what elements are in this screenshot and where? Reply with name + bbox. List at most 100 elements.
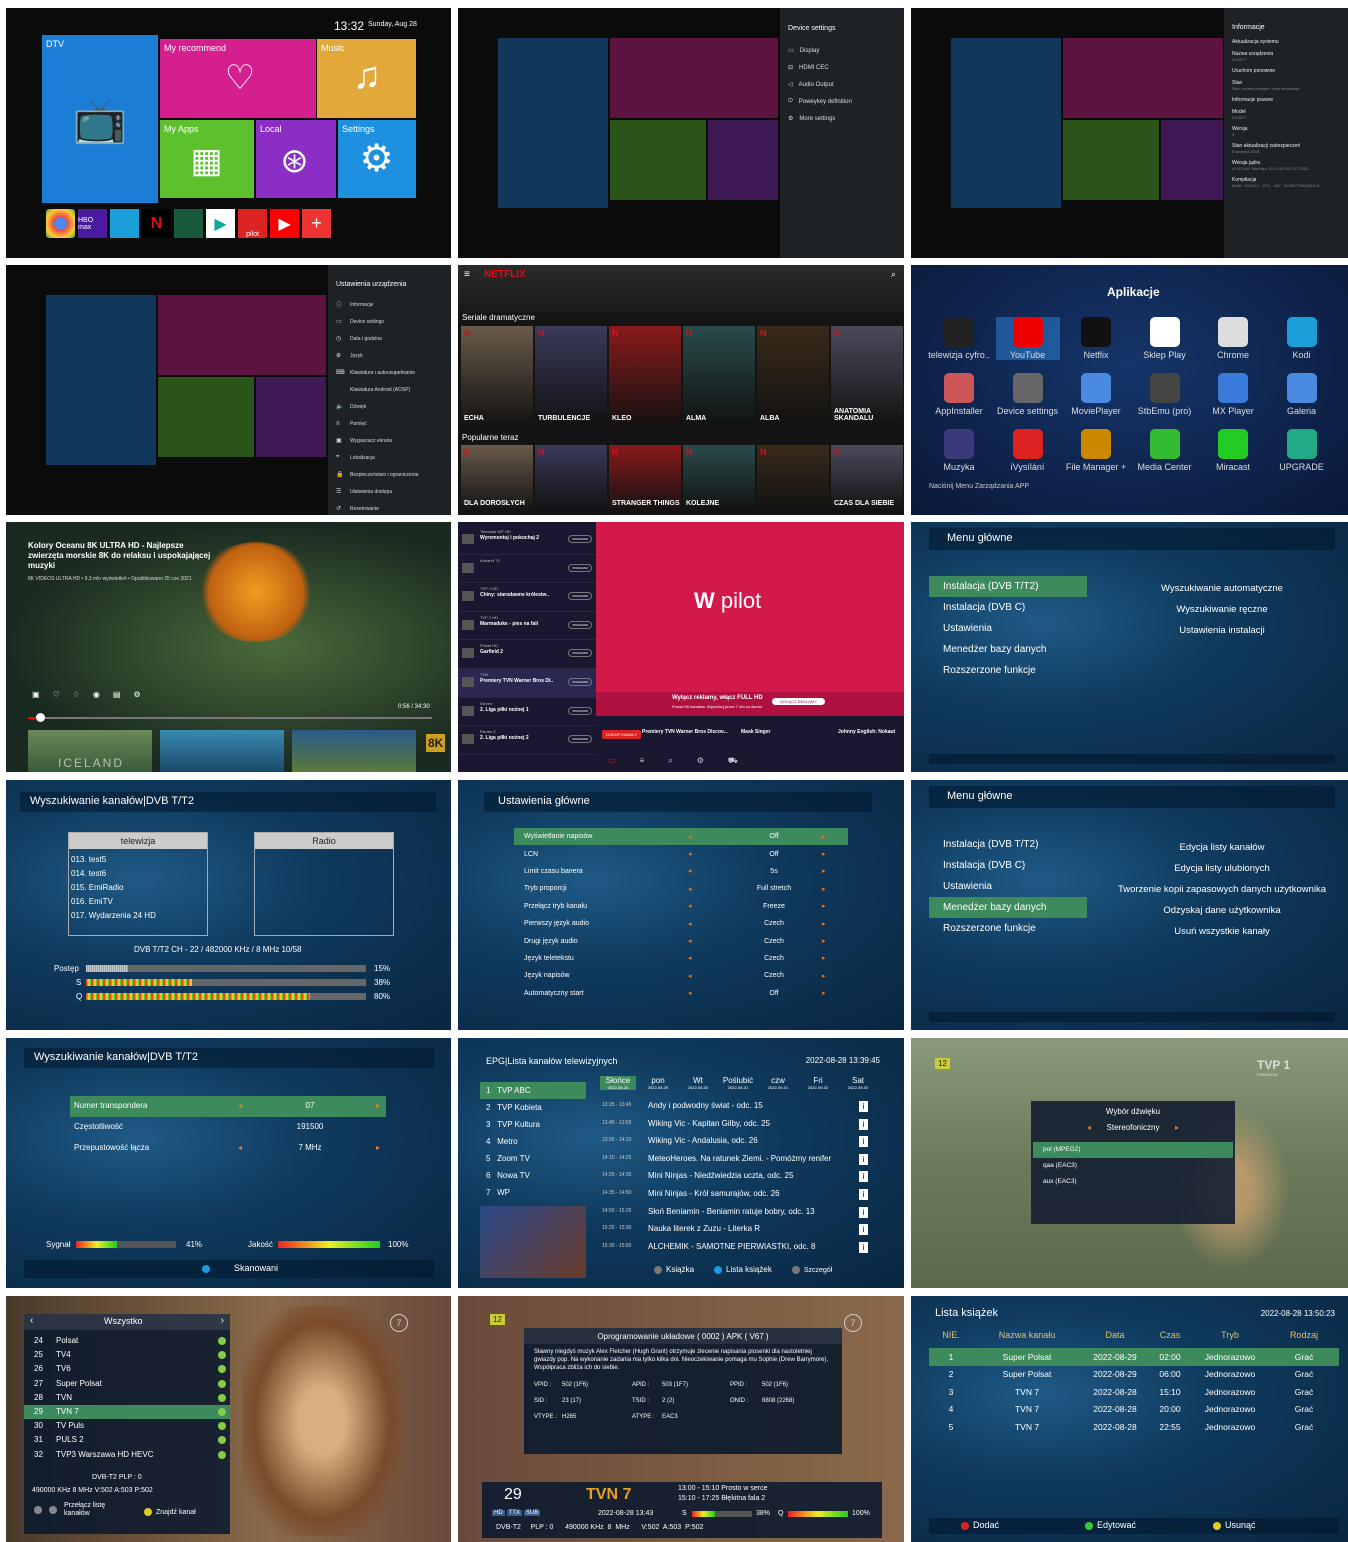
- info-item[interactable]: Nazwa urządzenia DV3077: [1232, 51, 1340, 62]
- menu-item-more[interactable]: ⚙ More settings: [780, 110, 904, 127]
- foot-szczegol[interactable]: Szczegół: [791, 1265, 832, 1274]
- wp-channel[interactable]: TVP 1 HD Chiny: starodawne królestw.. PROG…: [458, 583, 596, 612]
- tile-dtv[interactable]: DTV 📺: [42, 35, 158, 203]
- youtube-icon[interactable]: ▶: [270, 209, 299, 238]
- menu-right-item[interactable]: Edycja listy ulubionych: [1109, 858, 1335, 879]
- poster[interactable]: N ALMA: [683, 326, 755, 428]
- thumb-2[interactable]: [160, 730, 284, 772]
- setting-row[interactable]: Tryb proporcji ◂ Full stretch ▸: [514, 880, 848, 897]
- add-btn[interactable]: Dodać: [961, 1520, 999, 1530]
- switch-list-btn[interactable]: Przełącz listę kanałów: [34, 1502, 124, 1518]
- books-row[interactable]: 2 Super Polsat 2022-08-29 06:00 Jednorazowo G…: [929, 1366, 1339, 1384]
- epg-program[interactable]: 13:55 - 14:10 Wiking Vic - Andalusia, odc…: [600, 1133, 872, 1151]
- info-icon[interactable]: i: [859, 1136, 868, 1148]
- kodi-icon[interactable]: [110, 209, 139, 238]
- menu-left-item[interactable]: Menedżer bazy danych: [929, 639, 1087, 660]
- setting-row[interactable]: Limit czasu banera ◂ 5s ▸: [514, 863, 848, 880]
- gear-icon[interactable]: ⚙: [697, 756, 704, 766]
- app-item[interactable]: Galeria: [1270, 373, 1334, 416]
- menu-right-item[interactable]: Tworzenie kopii zapasowych danych użytko…: [1109, 879, 1335, 900]
- epg-day[interactable]: Fri 2022-09-02: [800, 1076, 836, 1090]
- app-item[interactable]: Device settings: [996, 373, 1060, 416]
- epg-day[interactable]: Poślubić 2022-08-31: [720, 1076, 756, 1090]
- ustawienia-item[interactable]: ⌨ Klawiatura i autouzupełnianie: [328, 364, 451, 381]
- ustawienia-item[interactable]: 🔈 Dźwięk: [328, 398, 451, 415]
- settings-icon[interactable]: ⚙: [133, 690, 140, 699]
- foot-ksiazka[interactable]: Książka: [654, 1265, 694, 1274]
- wp-program-tag[interactable]: PROGRAM: [568, 677, 592, 686]
- channel-item[interactable]: 30 TV Puls: [24, 1419, 230, 1433]
- wp-channel[interactable]: TVP 2 HD Marmaduke - pies na fali PROGRAM: [458, 612, 596, 641]
- setting-row[interactable]: Pierwszy język audio ◂ Czech ▸: [514, 915, 848, 932]
- add-icon[interactable]: +: [302, 209, 331, 238]
- dislike-icon[interactable]: ♢: [73, 690, 80, 699]
- transponder-row[interactable]: Częstotliwość 191500: [70, 1117, 386, 1138]
- epg-program[interactable]: 13:45 - 13:55 Wiking Vic - Kapitan Gilby,…: [600, 1116, 872, 1134]
- ustawienia-item[interactable]: ⌖ Lokalizacja: [328, 449, 451, 466]
- channel-item[interactable]: 24 Polsat: [24, 1334, 230, 1348]
- books-row[interactable]: 4 TVN 7 2022-08-28 20:00 Jednorazowo Grać: [929, 1401, 1339, 1419]
- info-item[interactable]: Informacje prawne: [1232, 97, 1340, 103]
- thumb-1[interactable]: ICELAND: [28, 730, 152, 772]
- books-row[interactable]: 1 Super Polsat 2022-08-29 02:00 Jednorazowo G…: [929, 1348, 1339, 1366]
- info-icon[interactable]: i: [859, 1101, 868, 1112]
- menu-right-item[interactable]: Edycja listy kanałów: [1109, 837, 1335, 858]
- epg-channel[interactable]: 2 TVP Kobieta: [480, 1099, 586, 1116]
- find-channel-btn[interactable]: Znajdź kanał: [144, 1508, 196, 1516]
- app-item[interactable]: MoviePlayer: [1064, 373, 1128, 416]
- wp-program-tag[interactable]: PROGRAM: [568, 535, 592, 543]
- channel-item[interactable]: 27 Super Polsat: [24, 1377, 230, 1391]
- menu-item-display[interactable]: ▭ Display: [780, 42, 904, 59]
- epg-day[interactable]: Sat 2022-09-03: [840, 1076, 876, 1090]
- menu-item-power[interactable]: ⏻ Poweykey definition: [780, 93, 904, 110]
- setting-row[interactable]: Drugi język audio ◂ Czech ▸: [514, 932, 848, 949]
- app-item[interactable]: UPGRADE: [1270, 429, 1334, 472]
- edit-btn[interactable]: Edytować: [1085, 1520, 1136, 1530]
- menu-left-item[interactable]: Rozszerzone funkcje: [929, 918, 1087, 939]
- netflix-icon[interactable]: N: [142, 209, 171, 238]
- channel-item[interactable]: 28 TVN: [24, 1391, 230, 1405]
- search-icon[interactable]: ⌕: [891, 269, 896, 280]
- ustawienia-item[interactable]: ▣ Wygaszacz ekranu: [328, 432, 451, 449]
- books-row[interactable]: 5 TVN 7 2022-08-28 22:55 Jednorazowo Grać: [929, 1418, 1339, 1436]
- setting-row[interactable]: Wyświetlanie napisów ◂ Off ▸: [514, 828, 848, 846]
- app-item[interactable]: MX Player: [1201, 373, 1265, 416]
- poster[interactable]: N: [757, 445, 829, 513]
- thumb-3[interactable]: [292, 730, 416, 772]
- tile-local[interactable]: Local ⊛: [256, 120, 336, 198]
- ustawienia-item[interactable]: ⓘ Informacje: [328, 296, 451, 313]
- wp-program-tag[interactable]: PROGRAM: [568, 620, 592, 629]
- menu-right-item[interactable]: Usuń wszystkie kanały: [1109, 921, 1335, 942]
- play-store-icon[interactable]: ▶: [206, 209, 235, 238]
- ustawienia-item[interactable]: ◷ Data i godzina: [328, 330, 451, 347]
- hbo-max-icon[interactable]: HBO max: [78, 209, 107, 238]
- tile-my-recommend[interactable]: My recommend ♡: [160, 39, 316, 118]
- epg-channel[interactable]: 5 Zoom TV: [480, 1150, 586, 1167]
- wp-program-tag[interactable]: PROGRAM: [568, 649, 592, 658]
- epg-day[interactable]: Słońce 2022-08-28: [600, 1076, 636, 1090]
- ad-button[interactable]: WYŁĄCZ REKLAMY: [772, 698, 825, 705]
- progress-track[interactable]: [28, 717, 432, 719]
- menu-left-item[interactable]: Menedżer bazy danych: [929, 897, 1087, 918]
- app-item[interactable]: telewizja cyfro..: [927, 317, 991, 360]
- wp-program-tag[interactable]: PROGRAM: [568, 735, 592, 744]
- info-item[interactable]: Aktualizacja systemu: [1232, 39, 1340, 45]
- epg-day[interactable]: pon 2022-08-29: [640, 1076, 676, 1090]
- menu-left-item[interactable]: Instalacja (DVB T/T2): [929, 576, 1087, 597]
- menu-left-item[interactable]: Instalacja (DVB C): [929, 597, 1087, 618]
- epg-channel[interactable]: 3 TVP Kultura: [480, 1116, 586, 1133]
- wp-channel[interactable]: Telewizja WP HD Wyremontuj i pokochaj 2 PR…: [458, 526, 596, 555]
- tile-music[interactable]: Music ♫: [317, 39, 416, 118]
- ustawienia-item[interactable]: ☰ Ułatwienia dostępu: [328, 483, 451, 500]
- info-icon[interactable]: i: [859, 1188, 868, 1200]
- epg-channel[interactable]: 1 TVP ABC: [480, 1082, 586, 1099]
- poster[interactable]: N ANATOMIA SKANDALU: [831, 326, 903, 428]
- info-item[interactable]: Uruchom ponownie: [1232, 68, 1340, 74]
- menu-left-item[interactable]: Instalacja (DVB T/T2): [929, 834, 1087, 855]
- wp-channel[interactable]: Eleven 2 2. Liga piłki nożnej 2 PROGRAM: [458, 726, 596, 755]
- epg-channel[interactable]: 4 Metro: [480, 1133, 586, 1150]
- app-item[interactable]: iVysílání: [996, 429, 1060, 472]
- app-item[interactable]: Chrome: [1201, 317, 1265, 360]
- cc-icon[interactable]: ▣: [32, 690, 40, 699]
- epg-program[interactable]: 15:25 - 15:30 Nauka literek z Zuzu - Lite…: [600, 1221, 872, 1239]
